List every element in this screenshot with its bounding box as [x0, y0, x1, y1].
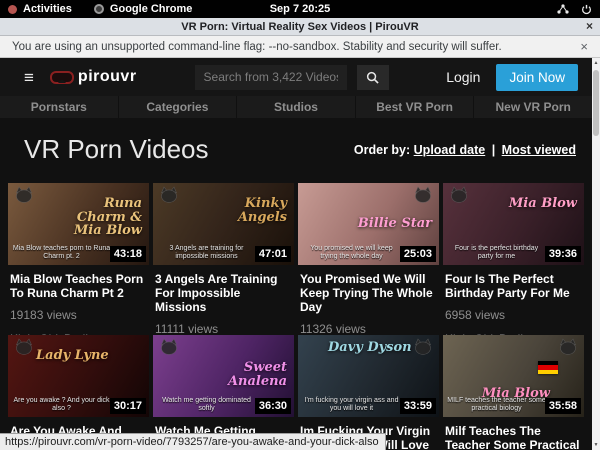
thumbnail-caption: You promised we will keep trying the who…	[302, 245, 401, 263]
scroll-up-icon[interactable]: ▲	[592, 58, 600, 68]
status-url-tooltip: https://pirouvr.com/vr-porn-video/779325…	[0, 433, 386, 450]
join-now-button[interactable]: Join Now	[496, 64, 578, 91]
window-close-icon[interactable]: ×	[586, 19, 593, 33]
cat-mask-logo-icon	[159, 338, 179, 360]
video-title[interactable]: 3 Angels Are Training For Impossible Mis…	[155, 272, 292, 314]
thumbnail-overlay-name: Billie Star	[358, 217, 432, 231]
cat-mask-logo-icon	[413, 186, 433, 208]
thumbnail-caption: Mia Blow teaches porn to Runa Charm pt. …	[12, 245, 111, 263]
thumbnail-overlay-name: Sweet Analena	[200, 361, 287, 388]
duration-badge: 39:36	[545, 246, 581, 262]
thumbnail-caption: MILF teaches the teacher some practical …	[447, 397, 546, 415]
duration-badge: 30:17	[110, 398, 146, 414]
thumbnail-overlay-name: Davy Dyson	[328, 341, 412, 355]
power-icon[interactable]	[581, 4, 592, 15]
browser-title-bar[interactable]: VR Porn: Virtual Reality Sex Videos | Pi…	[0, 18, 600, 36]
order-separator: |	[492, 143, 496, 157]
video-thumbnail[interactable]: Mia Blow MILF teaches the teacher some p…	[443, 335, 584, 417]
nav-item-categories[interactable]: Categories	[119, 96, 238, 118]
video-card[interactable]: Mia Blow Four is the perfect birthday pa…	[443, 183, 584, 335]
search-input[interactable]	[195, 65, 347, 90]
duration-badge: 43:18	[110, 246, 146, 262]
video-thumbnail[interactable]: Billie Star You promised we will keep tr…	[298, 183, 439, 265]
nav-item-pornstars[interactable]: Pornstars	[0, 96, 119, 118]
video-grid: Runa Charm & Mia Blow Mia Blow teaches p…	[8, 183, 584, 450]
thumbnail-caption: Watch me getting dominated softly	[157, 397, 256, 415]
video-thumbnail[interactable]: Mia Blow Four is the perfect birthday pa…	[443, 183, 584, 265]
search-button[interactable]	[357, 65, 389, 90]
site-header: ≡ pirouvr Login Join Now	[0, 58, 592, 96]
scrollbar[interactable]: ▲ ▼	[592, 58, 600, 450]
video-card[interactable]: Mia Blow MILF teaches the teacher some p…	[443, 335, 584, 450]
page-title: VR Porn Videos	[24, 134, 209, 165]
cat-mask-logo-icon	[413, 338, 433, 360]
thumbnail-caption: I'm fucking your virgin ass and you will…	[302, 397, 401, 415]
video-title[interactable]: You Promised We Will Keep Trying The Who…	[300, 272, 437, 314]
search-bar	[195, 65, 389, 90]
video-thumbnail[interactable]: Lady Lyne Are you awake ? And your dick …	[8, 335, 149, 417]
search-icon	[366, 71, 379, 84]
login-link[interactable]: Login	[446, 69, 480, 85]
nav-item-best-vr-porn[interactable]: Best VR Porn	[356, 96, 475, 118]
thumbnail-caption: Four is the perfect birthday party for m…	[447, 245, 546, 263]
thumbnail-overlay-name: Runa Charm & Mia Blow	[55, 197, 142, 238]
cat-mask-logo-icon	[558, 338, 578, 360]
duration-badge: 25:03	[400, 246, 436, 262]
duration-badge: 33:59	[400, 398, 436, 414]
nav-item-new-vr-porn[interactable]: New VR Porn	[474, 96, 592, 118]
order-by-most-viewed-link[interactable]: Most viewed	[502, 143, 576, 157]
cat-mask-logo-icon	[14, 186, 34, 208]
video-title[interactable]: Four Is The Perfect Birthday Party For M…	[445, 272, 582, 300]
thumbnail-overlay-name: Mia Blow	[509, 197, 577, 211]
network-icon[interactable]	[557, 4, 569, 14]
warning-close-icon[interactable]: ×	[580, 39, 588, 54]
thumbnail-caption: Are you awake ? And your dick also ?	[12, 397, 111, 415]
order-by-upload-date-link[interactable]: Upload date	[414, 143, 486, 157]
warning-infobar: You are using an unsupported command-lin…	[0, 36, 600, 58]
cat-mask-logo-icon	[159, 186, 179, 208]
scrollbar-thumb[interactable]	[593, 70, 599, 136]
video-thumbnail[interactable]: Sweet Analena Watch me getting dominated…	[153, 335, 294, 417]
order-by-controls: Order by: Upload date | Most viewed	[354, 143, 576, 157]
warning-text: You are using an unsupported command-lin…	[12, 41, 502, 53]
tab-title: VR Porn: Virtual Reality Sex Videos | Pi…	[181, 21, 418, 33]
vr-goggles-icon	[50, 71, 74, 84]
video-thumbnail[interactable]: Kinky Angels 3 Angels are training for i…	[153, 183, 294, 265]
main-nav: Pornstars Categories Studios Best VR Por…	[0, 96, 592, 118]
video-card[interactable]: Runa Charm & Mia Blow Mia Blow teaches p…	[8, 183, 149, 335]
video-title[interactable]: Milf Teaches The Teacher Some Practical …	[445, 424, 582, 450]
video-card[interactable]: Kinky Angels 3 Angels are training for i…	[153, 183, 294, 335]
cat-mask-logo-icon	[449, 186, 469, 208]
duration-badge: 36:30	[255, 398, 291, 414]
video-title[interactable]: Mia Blow Teaches Porn To Runa Charm Pt 2	[10, 272, 147, 300]
site-logo-text: pirouvr	[78, 68, 137, 86]
cat-mask-logo-icon	[14, 338, 34, 360]
video-views: 19183 views	[8, 308, 149, 322]
clock[interactable]: Sep 7 20:25	[0, 3, 600, 15]
page-content: ≡ pirouvr Login Join Now Pornstars Categ…	[0, 58, 592, 450]
nav-item-studios[interactable]: Studios	[237, 96, 356, 118]
video-views: 6958 views	[443, 308, 584, 322]
german-flag-icon	[538, 361, 558, 374]
system-top-bar: Activities Google Chrome Sep 7 20:25	[0, 0, 600, 18]
thumbnail-overlay-name: Kinky Angels	[200, 197, 287, 224]
duration-badge: 47:01	[255, 246, 291, 262]
video-thumbnail[interactable]: Runa Charm & Mia Blow Mia Blow teaches p…	[8, 183, 149, 265]
menu-hamburger-icon[interactable]: ≡	[24, 69, 34, 86]
thumbnail-overlay-name: Lady Lyne	[36, 349, 109, 363]
order-by-label: Order by:	[354, 143, 410, 157]
site-logo[interactable]: pirouvr	[50, 68, 137, 86]
video-card[interactable]: Billie Star You promised we will keep tr…	[298, 183, 439, 335]
duration-badge: 35:58	[545, 398, 581, 414]
scroll-down-icon[interactable]: ▼	[592, 440, 600, 450]
video-thumbnail[interactable]: Davy Dyson I'm fucking your virgin ass a…	[298, 335, 439, 417]
thumbnail-caption: 3 Angels are training for impossible mis…	[157, 245, 256, 263]
